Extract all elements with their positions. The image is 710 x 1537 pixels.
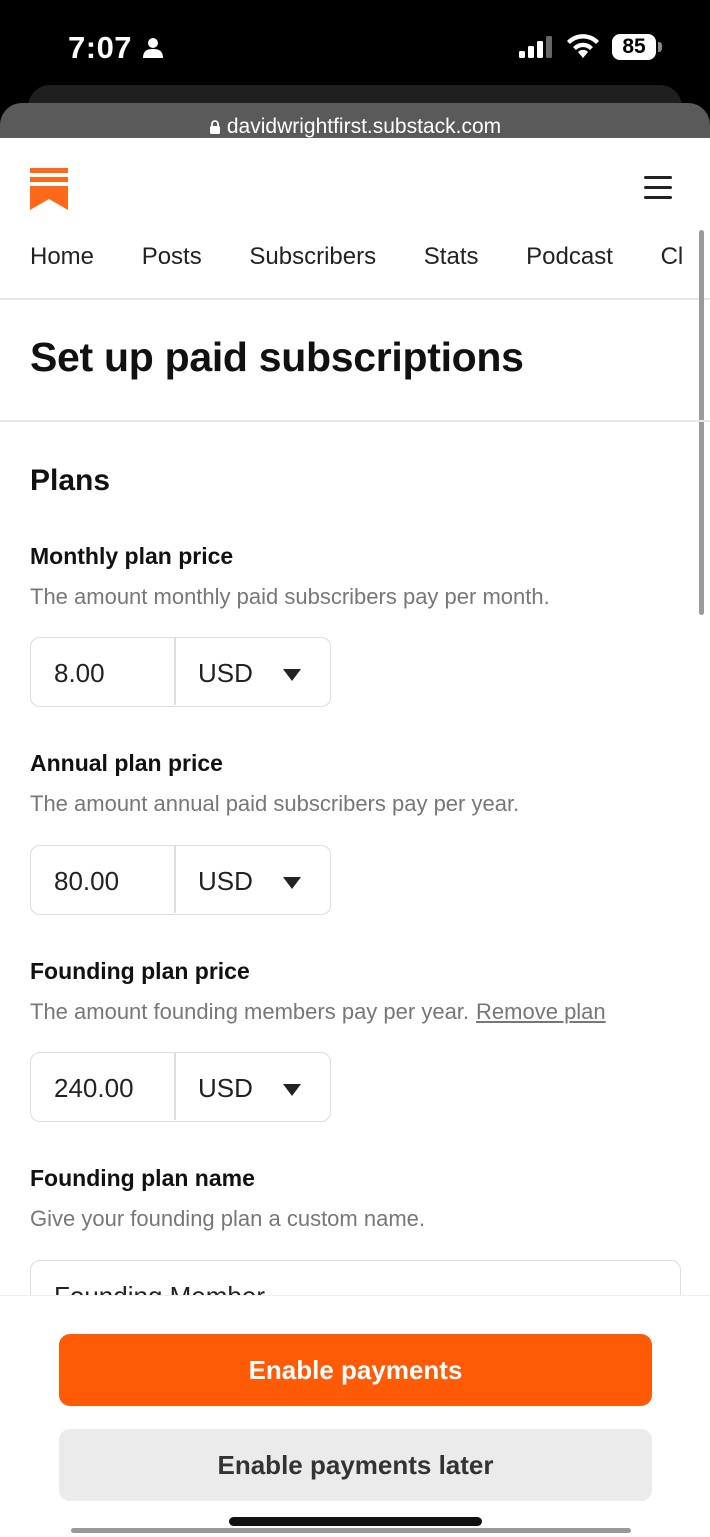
field-separator <box>174 1053 176 1120</box>
hamburger-menu-icon[interactable] <box>644 176 674 200</box>
monthly-price-description: The amount monthly paid subscribers pay … <box>30 584 550 609</box>
nav-home[interactable]: Home <box>30 243 94 271</box>
battery-nub <box>658 42 662 52</box>
founding-price-input[interactable]: 240.00 <box>54 1073 134 1104</box>
annual-price-label: Annual plan price <box>30 750 223 776</box>
field-separator <box>174 846 176 913</box>
vertical-scrollbar[interactable] <box>699 230 704 615</box>
nav-subscribers[interactable]: Subscribers <box>249 243 376 271</box>
status-time: 7:07 <box>68 30 133 65</box>
caret-down-icon[interactable] <box>283 1084 301 1096</box>
founding-price-description-row: The amount founding members pay per year… <box>30 999 606 1025</box>
title-divider <box>0 420 710 422</box>
monthly-price-input[interactable]: 8.00 <box>54 658 105 689</box>
founding-price-description: The amount founding members pay per year… <box>30 999 470 1024</box>
page-title: Set up paid subscriptions <box>30 334 524 380</box>
caret-down-icon[interactable] <box>283 669 301 681</box>
monthly-price-label: Monthly plan price <box>30 543 234 569</box>
substack-logo-icon[interactable] <box>30 168 68 210</box>
horizontal-scrollbar[interactable] <box>71 1528 631 1533</box>
enable-payments-button[interactable]: Enable payments <box>59 1334 652 1406</box>
nav-divider <box>0 298 710 300</box>
page-content: Home Posts Subscribers Stats Podcast Cl … <box>0 138 710 1537</box>
monthly-price-field: 8.00 USD <box>30 637 331 707</box>
cellular-signal-icon <box>519 36 552 58</box>
status-bar: 7:07 85 <box>0 0 710 90</box>
nav-stats[interactable]: Stats <box>424 243 479 271</box>
founding-currency-select[interactable]: USD <box>198 1073 253 1104</box>
enable-payments-later-button[interactable]: Enable payments later <box>59 1429 652 1501</box>
action-footer: Enable payments Enable payments later <box>0 1295 710 1537</box>
monthly-currency-select[interactable]: USD <box>198 658 253 689</box>
founding-name-description: Give your founding plan a custom name. <box>30 1206 426 1231</box>
annual-currency-select[interactable]: USD <box>198 866 253 897</box>
dashboard-nav: Home Posts Subscribers Stats Podcast Cl <box>30 243 710 271</box>
founding-price-label: Founding plan price <box>30 958 250 984</box>
field-separator <box>174 638 176 705</box>
browser-address-bar[interactable]: davidwrightfirst.substack.com <box>0 103 710 143</box>
annual-price-field: 80.00 USD <box>30 845 331 915</box>
annual-price-description: The amount annual paid subscribers pay p… <box>30 791 520 816</box>
caret-down-icon[interactable] <box>283 877 301 889</box>
battery-level: 85 <box>612 34 656 60</box>
founding-price-field: 240.00 USD <box>30 1052 331 1122</box>
person-icon <box>143 38 163 58</box>
wifi-icon <box>567 34 599 58</box>
url-text[interactable]: davidwrightfirst.substack.com <box>227 115 501 138</box>
lock-icon <box>209 120 220 134</box>
plans-heading: Plans <box>30 464 111 497</box>
nav-podcast[interactable]: Podcast <box>526 243 613 271</box>
home-indicator[interactable] <box>229 1517 482 1526</box>
nav-posts[interactable]: Posts <box>142 243 202 271</box>
nav-overflow-item[interactable]: Cl <box>661 243 684 271</box>
remove-plan-link[interactable]: Remove plan <box>476 999 606 1024</box>
founding-name-label: Founding plan name <box>30 1165 255 1191</box>
battery-indicator: 85 <box>612 34 662 60</box>
annual-price-input[interactable]: 80.00 <box>54 866 119 897</box>
